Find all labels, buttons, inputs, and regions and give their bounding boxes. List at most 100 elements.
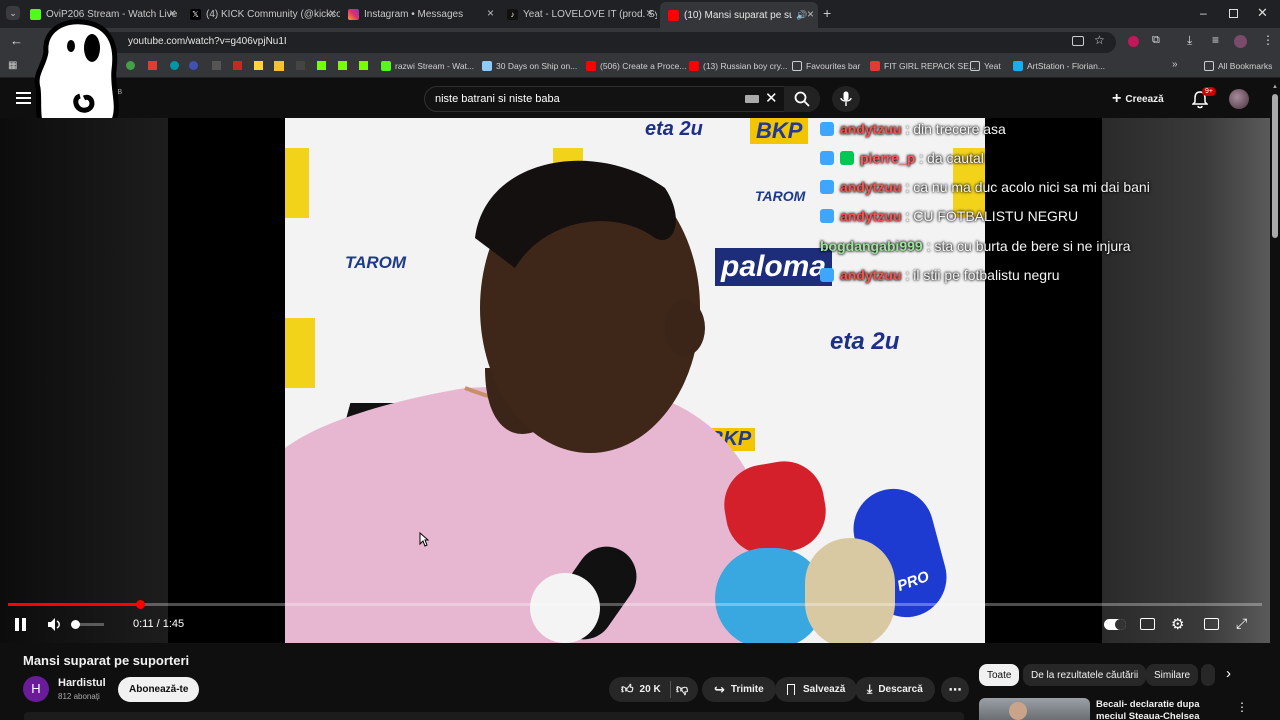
bookmark-icon-small[interactable] (317, 61, 326, 70)
video-player[interactable]: eta 2u BKP TAROM paloma eta 2u TAROM BKP… (0, 118, 1270, 643)
tab-search-button[interactable]: ⌄ (6, 6, 20, 20)
recommended-video-thumbnail[interactable] (979, 698, 1090, 720)
channel-avatar[interactable]: H (23, 676, 49, 702)
minimize-icon[interactable]: – (1200, 6, 1207, 20)
download-button[interactable]: ⤓ Descarcă (855, 677, 935, 702)
extensions-puzzle-icon[interactable]: ⧉ (1152, 34, 1160, 47)
keyboard-icon[interactable] (745, 95, 759, 103)
youtube-favicon-icon (668, 9, 679, 21)
chevron-right-icon[interactable]: » (1172, 59, 1178, 70)
browser-tab[interactable]: ♪ Yeat - LOVELOVE IT (prod. Synth × (507, 4, 657, 24)
page-scrollbar[interactable]: ▲ (1272, 84, 1278, 720)
close-window-icon[interactable]: ✕ (1257, 5, 1268, 21)
chat-badge-icon (820, 209, 834, 223)
bookmark-icon-small[interactable] (189, 61, 198, 70)
browser-tab-active[interactable]: (10) Mansi suparat pe supo 🔊 × (660, 2, 818, 28)
scrollbar-up-arrow[interactable]: ▲ (1272, 84, 1278, 90)
close-icon[interactable]: × (807, 7, 814, 21)
scrollbar-thumb[interactable] (1272, 94, 1278, 238)
volume-slider[interactable] (71, 620, 104, 629)
account-avatar[interactable] (1229, 89, 1249, 109)
bookmark-item[interactable]: ArtStation - Florian... (1013, 58, 1105, 74)
new-tab-button[interactable]: + (823, 5, 831, 21)
settings-gear-icon[interactable]: ⚙ (1171, 615, 1184, 633)
bookmark-item[interactable]: Favourites bar (792, 58, 860, 74)
apps-grid-icon[interactable]: ▦ (8, 60, 17, 71)
chat-message: andytzuu : il stii pe fotbalistu negru (820, 265, 1060, 285)
tab-title: (4) KICK Community (@kickcom (206, 8, 340, 20)
search-box[interactable]: niste batrani si niste baba ✕ (424, 86, 820, 112)
bookmark-item[interactable]: 30 Days on Ship on... (482, 58, 577, 74)
channel-name[interactable]: Hardistul (58, 677, 106, 689)
autoplay-toggle[interactable] (1104, 619, 1126, 630)
chip-related[interactable]: Similare (1146, 664, 1199, 686)
save-button[interactable]: Salvează (775, 677, 858, 702)
bookmark-star-icon[interactable]: ☆ (1094, 33, 1105, 47)
bookmark-item[interactable]: (13) Russian boy cry... (689, 58, 787, 74)
maximize-icon[interactable] (1229, 9, 1238, 18)
extension-icon-pink[interactable] (1128, 36, 1139, 47)
bookmark-item[interactable]: FIT GIRL REPACK SE... (870, 58, 976, 74)
pause-button[interactable] (15, 618, 27, 631)
install-app-icon[interactable] (1072, 36, 1084, 46)
media-control-icon[interactable]: ≡ (1212, 33, 1219, 47)
bookmark-icon-small[interactable] (296, 61, 305, 70)
progress-scrubber-handle[interactable] (135, 600, 145, 609)
bookmark-item[interactable]: razwi Stream - Wat... (381, 58, 474, 74)
bookmark-icon-small[interactable] (254, 61, 263, 70)
menu-hamburger-icon[interactable] (16, 92, 31, 104)
like-count: 20 K (639, 684, 661, 695)
profile-avatar-icon[interactable] (1234, 35, 1247, 48)
browser-menu-icon[interactable]: ⋮ (1262, 33, 1274, 47)
search-button[interactable] (784, 86, 820, 112)
volume-handle[interactable] (71, 620, 80, 629)
close-icon[interactable]: × (646, 6, 653, 20)
subtitles-icon[interactable] (1140, 618, 1155, 630)
bookmark-icon-small[interactable] (274, 61, 284, 71)
browser-tab[interactable]: Instagram • Messages × (348, 4, 498, 24)
close-icon[interactable]: × (169, 6, 176, 20)
fullscreen-icon[interactable]: ⤢ (1236, 615, 1247, 632)
miniplayer-icon[interactable] (1204, 618, 1219, 630)
notifications-button[interactable]: 9+ (1192, 87, 1216, 110)
clear-search-icon[interactable]: ✕ (765, 89, 778, 107)
back-arrow-icon[interactable]: ← (10, 33, 23, 48)
bookmark-item[interactable]: (506) Create a Proce... (586, 58, 686, 74)
close-icon[interactable]: × (487, 6, 494, 20)
recommended-video-title[interactable]: Becali- declaratie dupa meciul Steaua-Ch… (1096, 699, 1228, 720)
more-actions-button[interactable]: ⋯ (941, 677, 969, 702)
browser-tab[interactable]: 𝕏 (4) KICK Community (@kickcom × (190, 4, 340, 24)
bookmark-icon-small[interactable] (126, 61, 135, 70)
ship-icon (482, 61, 492, 71)
recommended-more-icon[interactable]: ⋮ (1236, 700, 1248, 714)
chip-all[interactable]: Toate (979, 664, 1020, 686)
autoplay-toggle-knob (1115, 619, 1126, 630)
subscribe-button[interactable]: Abonează-te (118, 677, 200, 702)
mute-button[interactable] (47, 617, 63, 637)
bookmark-item[interactable]: Yeat (970, 58, 1001, 74)
like-button[interactable]: 👍︎ 20 K 👎︎ (609, 677, 698, 702)
search-input[interactable]: niste batrani si niste baba (435, 93, 560, 105)
bookmark-icon-small[interactable] (233, 61, 242, 70)
bookmark-icon-small[interactable] (170, 61, 179, 70)
speaker-icon[interactable]: 🔊 (796, 10, 807, 21)
thumbs-down-icon[interactable]: 👎︎ (676, 682, 688, 697)
bookmark-icon-small[interactable] (212, 61, 221, 70)
bookmark-icon-small[interactable] (148, 61, 157, 70)
all-bookmarks-button[interactable]: All Bookmarks (1204, 58, 1272, 74)
close-icon[interactable]: × (329, 6, 336, 20)
bookmark-icon-small[interactable] (338, 61, 347, 70)
chip-more[interactable] (1201, 664, 1215, 686)
voice-search-button[interactable] (832, 86, 860, 112)
chip-from-search[interactable]: De la rezultatele căutării (1023, 664, 1147, 686)
chat-text: : din trecere asa (905, 121, 1006, 137)
omnibox[interactable]: youtube.com/watch?v=g406vpjNu1I (100, 32, 1116, 53)
url-text[interactable]: youtube.com/watch?v=g406vpjNu1I (128, 36, 287, 47)
bookmark-icon-small[interactable] (359, 61, 368, 70)
download-icon[interactable]: ⤓ (1187, 33, 1192, 48)
progress-bar[interactable] (8, 600, 1262, 609)
chip-scroll-right-icon[interactable]: › (1226, 665, 1231, 682)
bookmark-label: (506) Create a Proce... (600, 61, 687, 71)
share-button[interactable]: ↪ Trimite (702, 677, 776, 702)
create-button[interactable]: + Creează (1112, 88, 1164, 110)
